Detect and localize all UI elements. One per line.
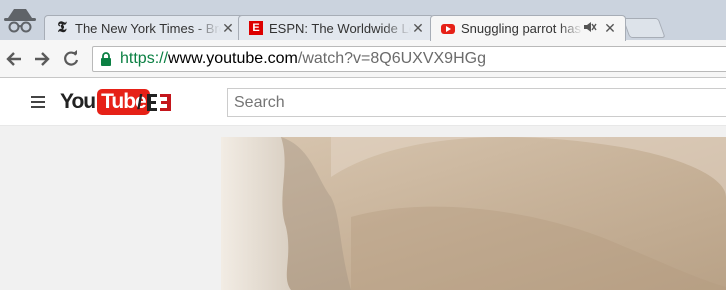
url-scheme: https:// bbox=[120, 50, 169, 67]
close-tab-icon[interactable]: ✕ bbox=[221, 20, 235, 37]
url-host: www.youtube.com bbox=[168, 50, 298, 67]
video-player[interactable] bbox=[221, 137, 726, 290]
address-bar[interactable]: https://www.youtube.com/watch?v=8Q6UXVX9… bbox=[92, 46, 726, 72]
guide-menu-icon[interactable] bbox=[31, 96, 45, 108]
nyt-icon: 𝕿 bbox=[57, 20, 67, 36]
logo-divider: / bbox=[137, 92, 143, 114]
espn-icon: E bbox=[249, 21, 263, 35]
tab-title: The New York Times - Breaking News bbox=[75, 20, 221, 36]
close-tab-icon[interactable]: ✕ bbox=[411, 20, 425, 37]
close-tab-icon[interactable]: ✕ bbox=[603, 20, 617, 37]
secure-lock-icon[interactable] bbox=[100, 52, 112, 66]
logo-you-text: You bbox=[60, 90, 96, 113]
tab-strip: 𝕿 The New York Times - Breaking News ✕ E… bbox=[0, 0, 726, 41]
tab-title: ESPN: The Worldwide Leader in Sports bbox=[269, 20, 411, 36]
incognito-icon bbox=[2, 6, 38, 36]
tab-nytimes[interactable]: 𝕿 The New York Times - Breaking News ✕ bbox=[44, 15, 244, 40]
video-frame bbox=[221, 137, 726, 290]
search-input[interactable] bbox=[227, 88, 726, 117]
youtube-masthead: You Tube / bbox=[0, 78, 726, 126]
muted-speaker-icon[interactable] bbox=[583, 20, 597, 37]
tab-title: Snuggling parrot has a bbox=[461, 21, 583, 36]
forward-arrow-icon[interactable] bbox=[32, 49, 52, 69]
tab-espn[interactable]: E ESPN: The Worldwide Leader in Sports ✕ bbox=[238, 15, 434, 40]
youtube-icon bbox=[441, 22, 455, 36]
reload-icon[interactable] bbox=[61, 49, 81, 69]
back-arrow-icon[interactable] bbox=[4, 49, 24, 69]
url-path: /watch?v=8Q6UXVX9HGg bbox=[297, 50, 486, 67]
tab-youtube[interactable]: Snuggling parrot has a ✕ bbox=[430, 15, 626, 41]
new-tab-button[interactable] bbox=[622, 18, 666, 38]
e3-logo[interactable] bbox=[146, 93, 172, 112]
